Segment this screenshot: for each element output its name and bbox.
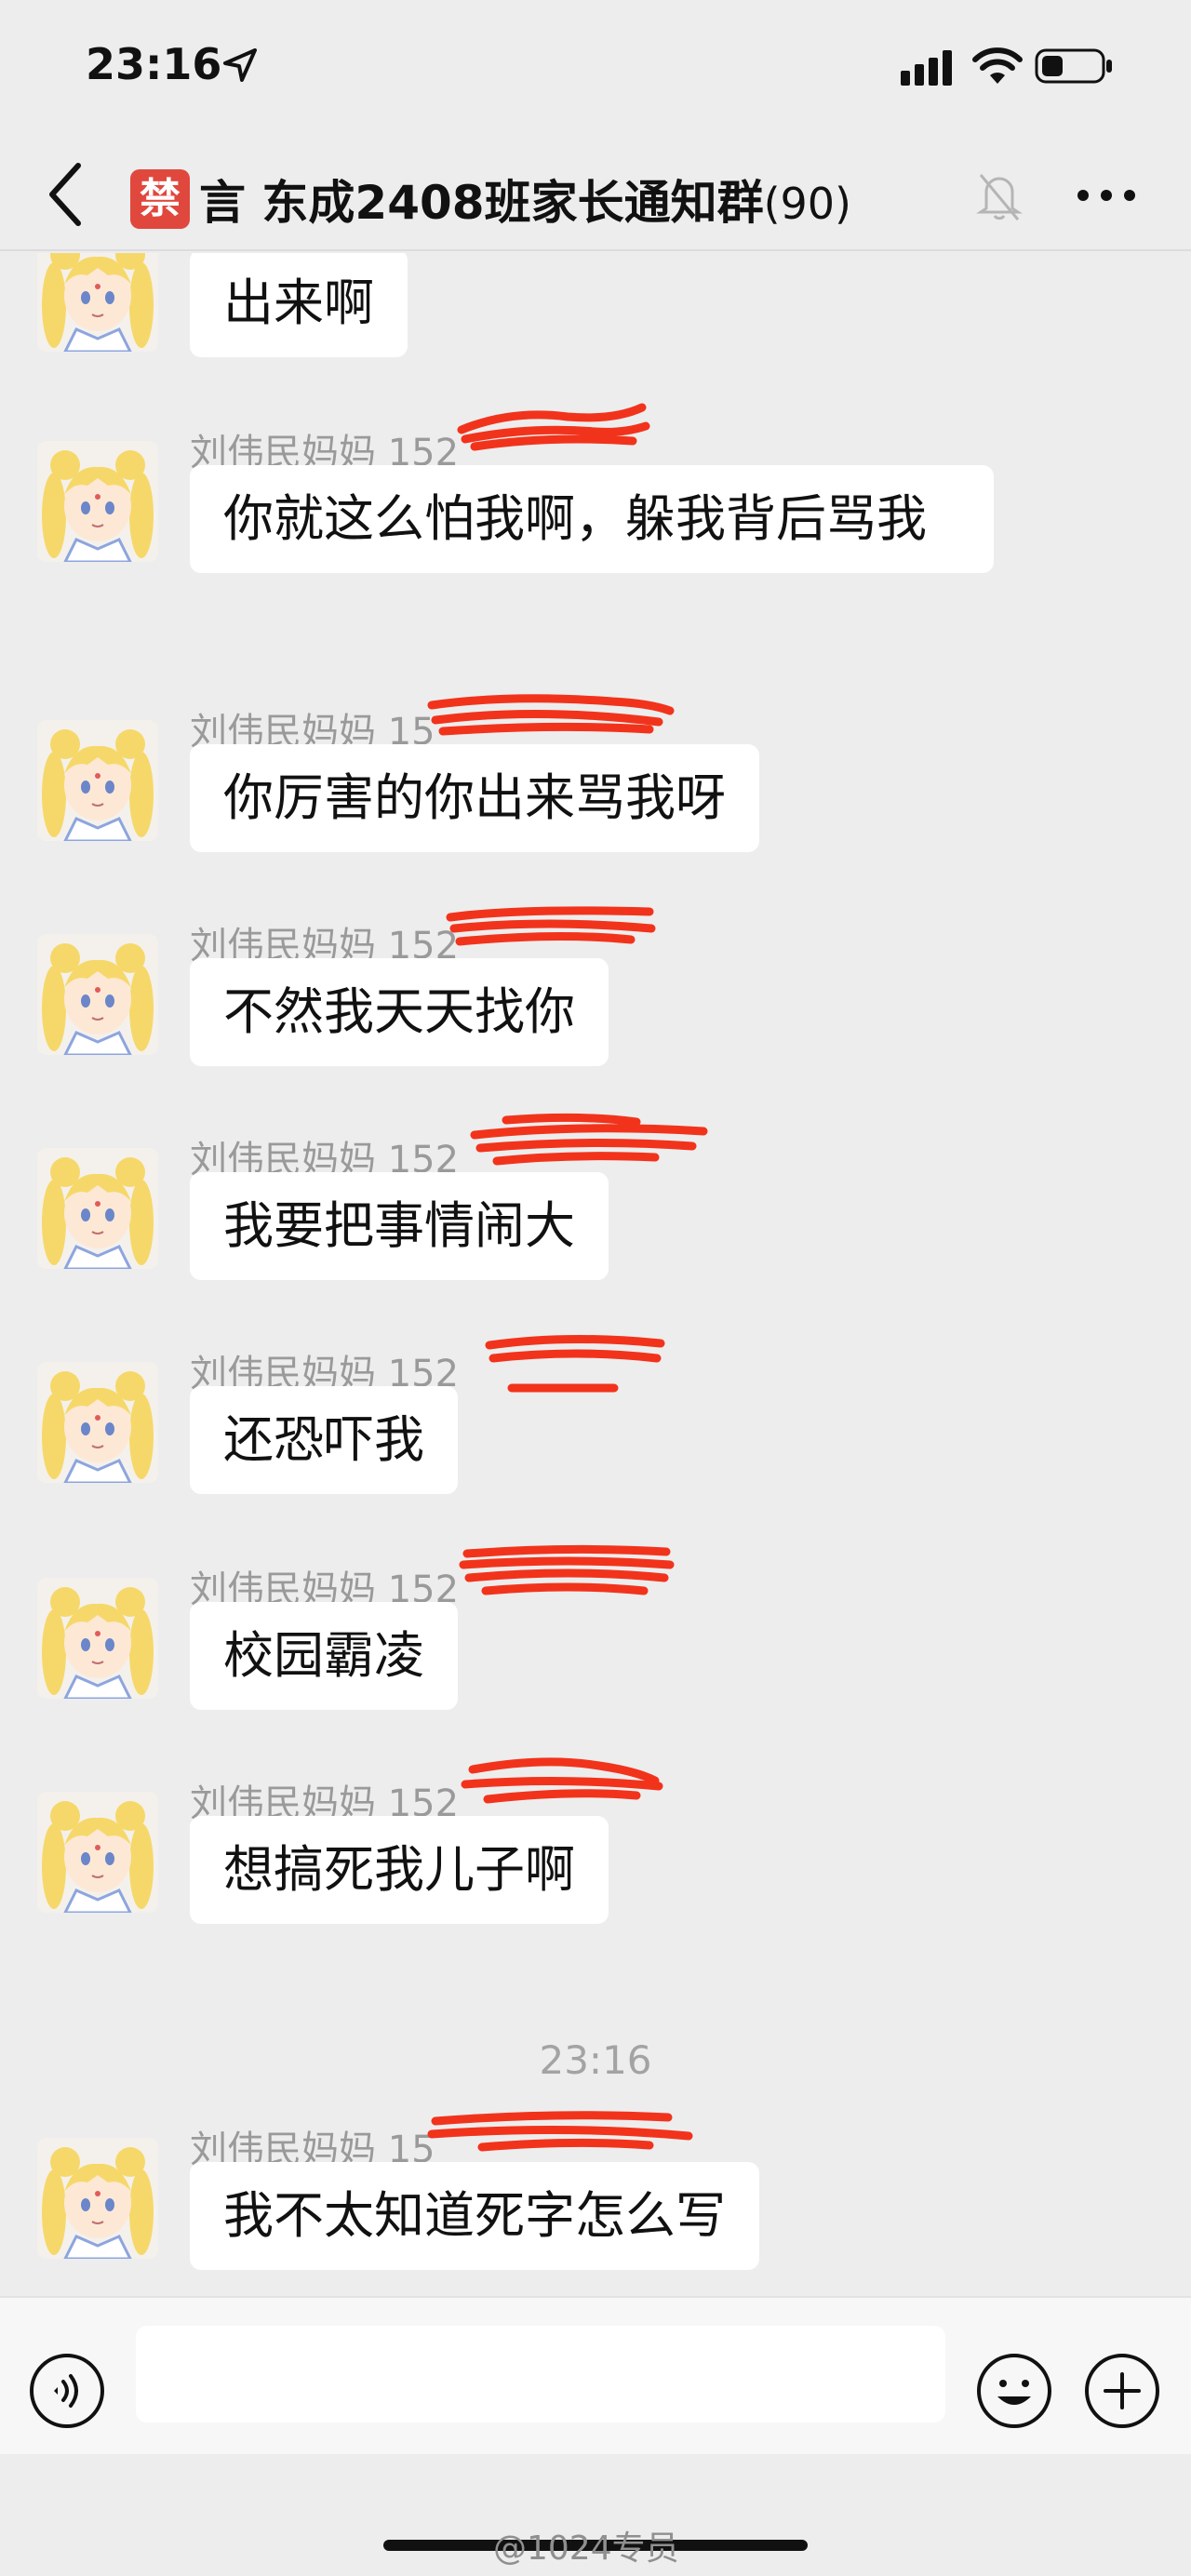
status-time: 23:16 xyxy=(86,39,222,89)
redaction-scribble xyxy=(461,1757,663,1804)
chat-header: 禁 言 东成2408班家长通知群(90) xyxy=(0,140,1191,251)
message-bubble[interactable]: 校园霸凌 xyxy=(190,1602,458,1710)
chevron-left-icon[interactable] xyxy=(41,160,87,229)
redaction-scribble xyxy=(470,1113,708,1166)
avatar[interactable] xyxy=(37,2138,158,2259)
redaction-scribble xyxy=(459,1544,675,1595)
redaction-scribble xyxy=(427,694,675,736)
voice-icon[interactable] xyxy=(28,2352,106,2430)
message-bubble[interactable]: 不然我天天找你 xyxy=(190,958,609,1066)
redaction-scribble xyxy=(457,403,650,451)
message-bubble[interactable]: 我要把事情闹大 xyxy=(190,1172,609,1280)
emoji-icon[interactable] xyxy=(975,2352,1053,2430)
message-list[interactable]: 出来啊 刘伟民妈妈 152 你就这么怕我啊，躲我背后骂我 刘伟民妈妈 15 你厉… xyxy=(0,253,1191,2296)
wifi-icon xyxy=(972,47,1023,84)
redaction-scribble xyxy=(446,906,656,946)
plus-icon[interactable] xyxy=(1083,2352,1161,2430)
status-bar: 23:16 xyxy=(0,0,1191,140)
avatar[interactable] xyxy=(37,1148,158,1269)
message-input[interactable] xyxy=(136,2326,945,2423)
chat-title-text: 言 东成2408班家长通知群 xyxy=(199,176,764,230)
avatar[interactable] xyxy=(37,253,158,352)
chat-title[interactable]: 言 东成2408班家长通知群(90) xyxy=(199,166,851,233)
avatar[interactable] xyxy=(37,934,158,1055)
bell-muted-icon xyxy=(976,174,1023,220)
more-dots-icon[interactable] xyxy=(1074,177,1139,214)
redaction-scribble xyxy=(485,1334,665,1393)
message-bubble[interactable]: 我不太知道死字怎么写 xyxy=(190,2162,759,2270)
avatar[interactable] xyxy=(37,1578,158,1699)
member-count: (90) xyxy=(763,179,852,229)
message-bubble[interactable]: 你厉害的你出来骂我呀 xyxy=(190,744,759,852)
message-bubble[interactable]: 你就这么怕我啊，躲我背后骂我 xyxy=(190,465,994,573)
ban-badge: 禁 xyxy=(130,169,190,229)
avatar[interactable] xyxy=(37,720,158,841)
input-bar xyxy=(0,2296,1191,2454)
message-bubble[interactable]: 想搞死我儿子啊 xyxy=(190,1816,609,1924)
battery-icon xyxy=(1035,48,1112,84)
location-arrow-icon xyxy=(223,48,257,82)
message-bubble[interactable]: 还恐吓我 xyxy=(190,1386,458,1494)
signal-icon xyxy=(901,50,952,86)
avatar[interactable] xyxy=(37,1362,158,1483)
watermark: @1024专员 xyxy=(493,2529,679,2568)
redaction-scribble xyxy=(427,2111,693,2152)
avatar[interactable] xyxy=(37,1792,158,1913)
avatar[interactable] xyxy=(37,441,158,562)
time-divider: 23:16 xyxy=(539,2037,652,2083)
message-bubble[interactable]: 出来啊 xyxy=(190,253,408,357)
